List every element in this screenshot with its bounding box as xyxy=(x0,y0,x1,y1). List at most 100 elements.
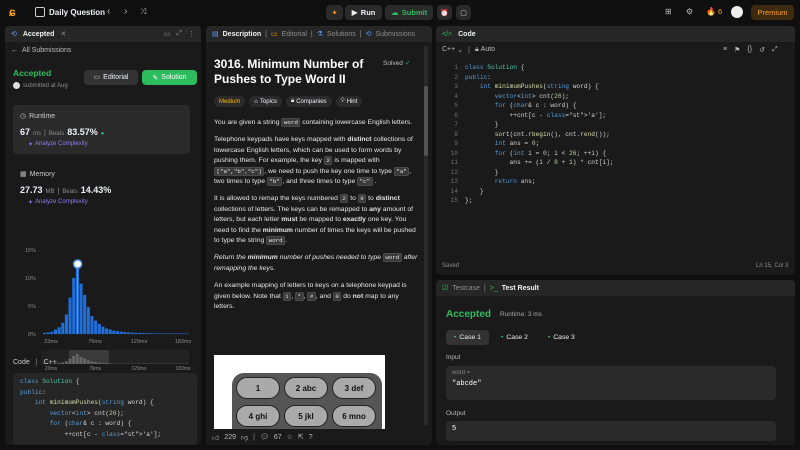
prev-arrow-icon[interactable]: ‹ xyxy=(107,7,110,17)
difficulty-badge[interactable]: Medium xyxy=(214,96,246,107)
histogram-bar xyxy=(170,333,174,334)
memory-value: 27.73 xyxy=(20,185,43,195)
case-tab-1[interactable]: • Case 1 xyxy=(446,330,489,345)
leaf-icon: ● xyxy=(100,131,105,137)
tab-editorial[interactable]: Editorial xyxy=(282,31,307,38)
histogram-bar xyxy=(79,283,83,334)
format-icon[interactable]: ≡ xyxy=(723,46,727,54)
code-panel-header: </> Code xyxy=(436,26,795,42)
reset-icon[interactable]: ↺ xyxy=(759,46,765,54)
layout-icon[interactable]: ⊞ xyxy=(665,8,672,16)
case-tab-2[interactable]: • Case 2 xyxy=(493,330,536,345)
leetcode-logo[interactable]: ɕ xyxy=(9,5,23,19)
tab-description[interactable]: Description xyxy=(223,31,262,38)
x-tick-label: 23ms xyxy=(44,339,58,345)
run-button[interactable]: ▶ Run xyxy=(345,5,382,20)
premium-button[interactable]: Premium xyxy=(751,5,794,20)
analyze-complexity-link[interactable]: ✦ Analyze Complexity xyxy=(28,141,88,148)
case-2-label: Case 2 xyxy=(506,334,528,341)
bookmark-icon[interactable]: ⚑ xyxy=(734,46,740,54)
description-tabs: ▤ Description | ▭ Editorial | ⚗ Solution… xyxy=(206,26,432,42)
language-select[interactable]: C++ ⌄ xyxy=(442,46,463,54)
line-number: 13 xyxy=(450,178,458,185)
analyze-complexity-link-2[interactable]: ✦ Analyze Complexity xyxy=(28,199,88,206)
debug-button[interactable]: ✦ xyxy=(326,5,343,20)
code-section-divider: | xyxy=(35,359,38,366)
next-arrow-icon[interactable]: › xyxy=(124,7,127,17)
comment-icon[interactable]: 💬︎ xyxy=(260,433,269,441)
code-line: ++cnt[c - class="st">'a']; xyxy=(465,111,607,119)
case-tab-3[interactable]: • Case 3 xyxy=(540,330,583,345)
thumbs-down-icon[interactable]: 👎︎ xyxy=(241,433,248,442)
companies-tag[interactable]: 🔒︎ Companies xyxy=(285,96,332,107)
topics-tag[interactable]: ⌂ Topics xyxy=(249,96,282,107)
histogram-bar xyxy=(159,333,163,334)
key-3: 3 def xyxy=(332,377,376,399)
histogram-bar xyxy=(53,329,57,334)
submitted-code-lines: class Solution {public: int minimumPushe… xyxy=(20,378,190,441)
accepted-tab[interactable]: Accepted xyxy=(23,31,55,38)
paragraph-5: An example mapping of letters to keys on… xyxy=(214,282,407,311)
runtime-card[interactable]: ◷ Runtime 67 ms | Beats 83.57% ● ✦ Analy… xyxy=(13,105,190,154)
editorial-button[interactable]: ▭ Editorial xyxy=(84,70,138,85)
code-line: }; xyxy=(465,197,473,204)
shuffle-icon[interactable]: ⤨ xyxy=(140,8,146,16)
solution-button[interactable]: ✎ Solution xyxy=(142,70,197,85)
submitted-code-block[interactable]: class Solution {public: int minimumPushe… xyxy=(13,373,197,445)
maximize-icon[interactable]: ⤢ xyxy=(176,30,182,38)
description-scrollbar[interactable] xyxy=(424,46,428,426)
histogram-bar xyxy=(167,333,171,334)
code-line: vector<int> cnt(26); xyxy=(494,92,570,100)
premium-label: Premium xyxy=(757,8,788,17)
tab-solutions[interactable]: Solutions xyxy=(327,31,356,38)
tab-test-result[interactable]: Test Result xyxy=(502,285,539,292)
daily-question-title[interactable]: Daily Question xyxy=(49,8,105,17)
memory-card[interactable]: ▦ Memory 27.73 MB | Beats 14.43% ✦ Analy… xyxy=(13,166,190,211)
overview-tick-label: 129ms xyxy=(131,366,147,372)
histogram-bar xyxy=(72,278,76,334)
problem-list-icon[interactable] xyxy=(35,7,45,17)
code-line: } xyxy=(465,121,499,128)
code-editor[interactable]: class Solution {public: int minimumPushe… xyxy=(465,64,785,207)
more-icon[interactable]: ⋮ xyxy=(188,30,195,38)
share-icon[interactable]: ⇱ xyxy=(298,433,304,441)
star-icon[interactable]: ☆ xyxy=(287,433,293,441)
back-arrow-icon: ← xyxy=(11,47,18,54)
sparkle-icon: ✦ xyxy=(28,142,34,148)
overview-bar xyxy=(83,358,86,364)
collapse-icon[interactable]: ▭ xyxy=(164,30,171,38)
auto-toggle[interactable]: 🔒︎ Auto xyxy=(475,46,495,54)
tab-submissions[interactable]: Submissions xyxy=(376,31,416,38)
streak-counter[interactable]: 🔥 6 xyxy=(706,7,722,16)
submitted-at: submitted at Aug xyxy=(23,82,68,89)
histogram-bar xyxy=(130,332,134,334)
hint-label: Hint xyxy=(346,98,358,105)
problem-title: 3016. Minimum Number of Pushes to Type W… xyxy=(214,57,364,86)
all-submissions-link[interactable]: ← All Submissions xyxy=(11,47,71,54)
braces-icon[interactable]: {} xyxy=(747,46,752,54)
line-number: 1 xyxy=(454,64,458,71)
avatar[interactable] xyxy=(731,6,743,18)
analyze-label: Analyze Complexity xyxy=(35,141,88,147)
code-line: ++cnt[c - class="st">'a']; xyxy=(20,430,162,438)
code-line: public: xyxy=(20,388,46,396)
hint-tag[interactable]: 💡︎ Hint xyxy=(335,96,363,107)
line-number: 8 xyxy=(454,130,458,138)
close-tab-icon[interactable]: ✕ xyxy=(60,30,66,38)
histogram-bar xyxy=(145,333,149,334)
timer-button[interactable]: ⏰ xyxy=(437,5,452,20)
runtime-value: 67 xyxy=(20,127,31,137)
key-4: 4 ghi xyxy=(236,405,280,427)
settings-gear-icon[interactable]: ⚙ xyxy=(686,8,693,16)
input-box: word = "abcde" xyxy=(446,366,776,400)
overview-bar xyxy=(64,361,68,364)
thumbs-up-icon[interactable]: 👍︎ xyxy=(212,433,219,442)
fullscreen-icon[interactable]: ⤢ xyxy=(772,46,778,54)
tab-testcase[interactable]: Testcase xyxy=(452,285,480,292)
submit-button[interactable]: ☁ Submit xyxy=(385,5,433,20)
y-tick-label: 0% xyxy=(28,332,36,338)
notes-button[interactable]: ▢ xyxy=(456,5,471,20)
memory-beats-value: 14.43% xyxy=(80,185,112,195)
key-2: 2 abc xyxy=(284,377,328,399)
help-icon[interactable]: ? xyxy=(309,434,313,441)
